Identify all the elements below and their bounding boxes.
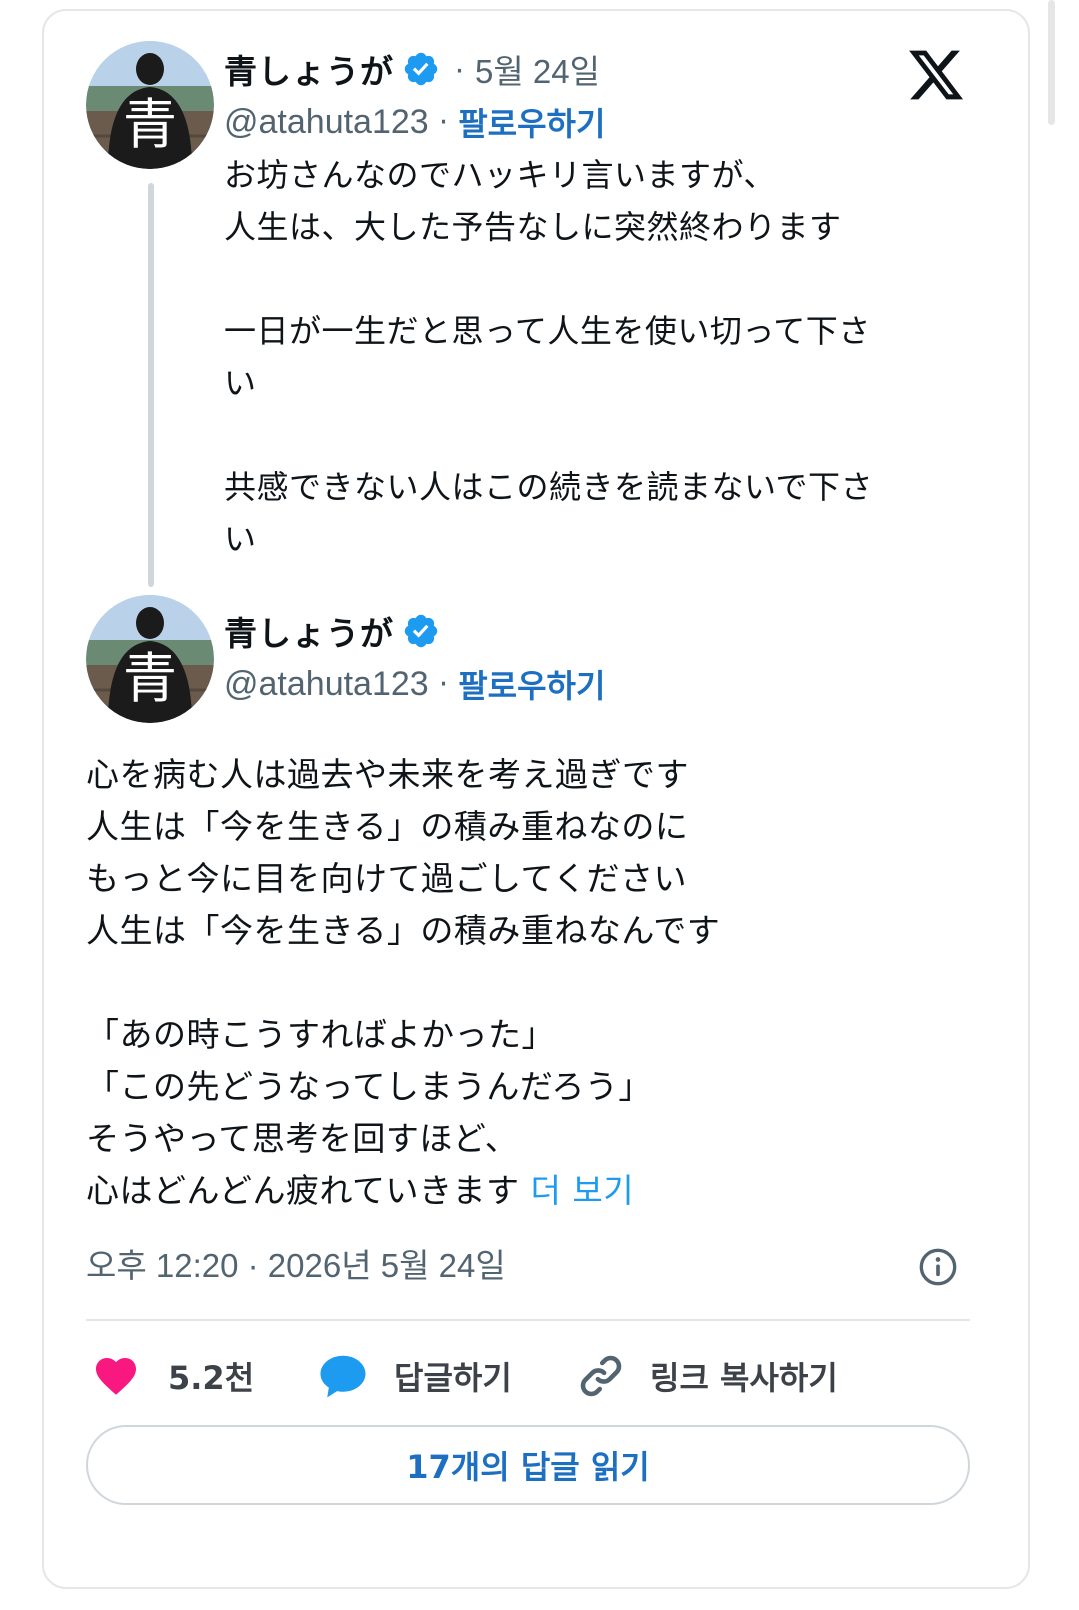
follow-button[interactable]: 팔로우하기 [458, 661, 605, 707]
author-name[interactable]: 青しょうが [224, 607, 394, 655]
tweet-text: お坊さんなのでハッキリ言いますが、 人生は、大した予告なしに突然終わります 一日… [224, 156, 874, 558]
avatar-glyph: 青 [123, 93, 177, 156]
tweet-text: 心を病む人は過去や未来を考え過ぎです 人生は「今を生きる」の積み重ねなのに もっ… [86, 749, 986, 1217]
thread-connector-line [148, 183, 154, 587]
author-row: 青しょうが [224, 607, 440, 655]
reply-label: 답글하기 [394, 1359, 512, 1397]
follow-button[interactable]: 팔로우하기 [458, 99, 605, 145]
author-row: 青しょうが · 5월 24일 [224, 45, 600, 93]
tweet-body: 心を病む人は過去や未来を考え過ぎです 人生は「今を生きる」の積み重ねなのに もっ… [86, 755, 721, 1210]
read-replies-label: 17개의 답글 읽기 [406, 1448, 650, 1486]
date-separator: · [454, 50, 465, 87]
avatar[interactable]: 青 [86, 41, 214, 169]
reply-bubble-icon [320, 1355, 366, 1398]
handle-separator: · [438, 666, 449, 702]
reply-button[interactable]: 답글하기 [316, 1341, 512, 1411]
info-icon[interactable] [918, 1247, 958, 1287]
scrollbar[interactable] [1048, 0, 1055, 125]
verified-badge-icon [404, 614, 438, 648]
action-bar: 5.2천 답글하기 링크 복사하기 [86, 1341, 970, 1411]
handle-row: @atahuta123 · 팔로우하기 [224, 99, 605, 145]
copy-link-button[interactable]: 링크 복사하기 [576, 1341, 838, 1411]
author-handle[interactable]: @atahuta123 [224, 665, 429, 704]
show-more-link[interactable]: 더 보기 [531, 1171, 635, 1210]
author-name[interactable]: 青しょうが [224, 45, 394, 93]
copy-link-label: 링크 복사하기 [650, 1359, 838, 1397]
x-logo-icon[interactable] [906, 45, 966, 105]
like-count: 5.2천 [168, 1359, 255, 1397]
heart-icon [96, 1358, 136, 1395]
divider [86, 1319, 970, 1321]
like-button[interactable]: 5.2천 [92, 1341, 254, 1411]
handle-row: @atahuta123 · 팔로우하기 [224, 661, 605, 707]
link-icon [580, 1355, 622, 1397]
post-date[interactable]: 5월 24일 [475, 45, 600, 93]
verified-badge-icon [404, 52, 438, 86]
read-replies-button[interactable]: 17개의 답글 읽기 [86, 1425, 970, 1505]
post-timestamp[interactable]: 오후 12:20 · 2026년 5월 24일 [86, 1239, 506, 1287]
avatar[interactable]: 青 [86, 595, 214, 723]
handle-separator: · [438, 104, 449, 140]
tweet-embed-card: 青 青しょうが · 5월 24일 @atahuta123 · 팔로우하기 お坊さ… [42, 9, 1030, 1589]
author-handle[interactable]: @atahuta123 [224, 103, 429, 142]
avatar-glyph: 青 [123, 647, 177, 710]
